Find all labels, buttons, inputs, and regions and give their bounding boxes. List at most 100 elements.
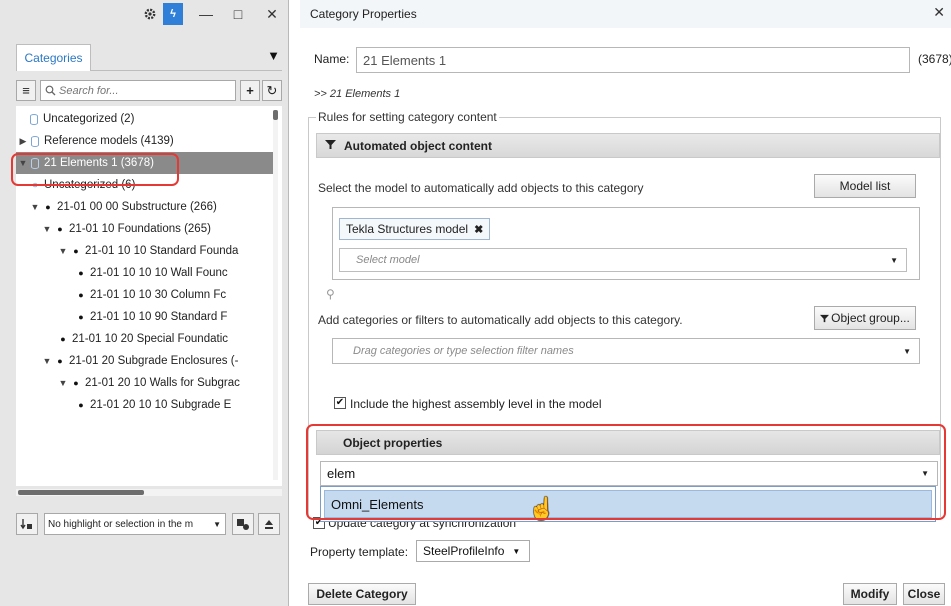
select-model-instruction: Select the model to automatically add ob…: [318, 181, 644, 195]
tab-dropdown-icon[interactable]: ▼: [267, 48, 280, 63]
object-count: (3678): [918, 52, 951, 66]
close-button[interactable]: Close: [903, 583, 945, 605]
collapse-arrow-icon[interactable]: ▼: [58, 246, 68, 256]
category-properties-dialog: Category Properties ✕ Name: (3678) >> 21…: [296, 0, 951, 606]
select-model-dropdown[interactable]: Select model ▼: [339, 248, 907, 272]
object-group-button[interactable]: Object group...: [814, 306, 916, 330]
hand-cursor-icon: ☝: [528, 496, 556, 521]
highlight-select[interactable]: No highlight or selection in the m ▼: [44, 513, 226, 535]
category-tree: Uncategorized (2) ▶ Reference models (4139…: [16, 106, 282, 486]
tree-row[interactable]: ▶ Reference models (4139): [16, 130, 278, 152]
highlight-select-value: No highlight or selection in the m: [48, 518, 194, 530]
models-box: Tekla Structures model ✖ Select model ▼: [332, 207, 920, 280]
gear-icon[interactable]: [140, 4, 160, 24]
bullet-icon: ●: [60, 334, 66, 344]
drag-placeholder: Drag categories or type selection filter…: [353, 345, 574, 357]
attachment-icon: ⚲: [326, 287, 335, 301]
search-box[interactable]: [40, 80, 236, 101]
collapse-arrow-icon[interactable]: ▼: [18, 158, 28, 168]
close-icon[interactable]: ✕: [262, 4, 282, 24]
tree-row-label: Uncategorized (6): [44, 179, 136, 191]
scrollbar-thumb[interactable]: [273, 110, 278, 120]
chevron-down-icon: ▼: [213, 519, 221, 529]
chevron-down-icon: ▼: [921, 469, 929, 478]
bullet-icon: ●: [73, 246, 79, 256]
property-search-input[interactable]: elem ▼: [320, 461, 938, 486]
tree-vertical-scrollbar[interactable]: [273, 110, 278, 480]
property-input-value: elem: [327, 466, 356, 481]
tree-row[interactable]: ▼ ● 21-01 10 10 Standard Founda: [16, 240, 278, 262]
model-list-button[interactable]: Model list: [814, 174, 916, 198]
modify-button[interactable]: Modify: [843, 583, 897, 605]
tree-row[interactable]: ○ Uncategorized (6): [16, 174, 278, 196]
add-category-button[interactable]: +: [240, 80, 260, 101]
bullet-icon: ●: [73, 378, 79, 388]
property-template-value: SteelProfileInfo: [423, 544, 505, 558]
select-model-placeholder: Select model: [356, 254, 420, 266]
tree-row-label: 21 Elements 1 (3678): [44, 157, 154, 169]
include-highest-checkbox[interactable]: ✔: [334, 397, 346, 409]
tree-horizontal-scrollbar[interactable]: [16, 489, 282, 496]
dialog-title: Category Properties: [310, 7, 417, 21]
category-filter-input[interactable]: Drag categories or type selection filter…: [332, 338, 920, 364]
lightning-icon[interactable]: ϟ: [163, 3, 183, 25]
tree-row[interactable]: Uncategorized (2): [16, 108, 278, 130]
tree-row-label: Reference models (4139): [44, 135, 174, 147]
tree-row[interactable]: ● 21-01 10 10 90 Standard F: [16, 306, 278, 328]
collapse-arrow-icon[interactable]: ▼: [42, 356, 52, 366]
property-template-select[interactable]: SteelProfileInfo ▼: [416, 540, 530, 562]
close-icon[interactable]: ✕: [933, 4, 945, 21]
collapse-arrow-icon[interactable]: ▼: [42, 224, 52, 234]
dialog-titlebar: Category Properties ✕: [300, 0, 951, 28]
bullet-icon: ●: [45, 202, 51, 212]
highlight-row: No highlight or selection in the m ▼: [16, 513, 282, 535]
property-template-label: Property template:: [310, 545, 409, 559]
highlight-mode-icon[interactable]: [16, 513, 38, 535]
tree-row[interactable]: ● 21-01 10 10 10 Wall Founc: [16, 262, 278, 284]
collapse-arrow-icon[interactable]: ▼: [58, 378, 68, 388]
object-properties-title: Object properties: [343, 435, 443, 450]
tree-row[interactable]: ▼ ● 21-01 10 Foundations (265): [16, 218, 278, 240]
filter-icon: [820, 314, 830, 322]
tree-row[interactable]: ● 21-01 10 20 Special Foundatic: [16, 328, 278, 350]
tree-row-label: 21-01 20 10 10 Subgrade E: [90, 399, 232, 411]
collapse-arrow-icon[interactable]: ▼: [30, 202, 40, 212]
tree-row-label: 21-01 10 10 30 Column Fc: [90, 289, 227, 301]
tree-row-label: 21-01 10 20 Special Foundatic: [72, 333, 228, 345]
tree-row[interactable]: ▼ ● 21-01 20 10 Walls for Subgrac: [16, 372, 278, 394]
tree-row-label: 21-01 10 10 90 Standard F: [90, 311, 228, 323]
tree-row[interactable]: ● 21-01 10 10 30 Column Fc: [16, 284, 278, 306]
refresh-icon[interactable]: ↻: [262, 80, 282, 101]
search-icon: [45, 85, 56, 96]
model-cylinder-icon: [31, 135, 39, 147]
filter-icon: [325, 139, 336, 153]
eject-icon[interactable]: [258, 513, 280, 535]
tree-row-selected[interactable]: ▼ 21 Elements 1 (3678): [16, 152, 278, 174]
tab-categories[interactable]: Categories: [16, 44, 91, 71]
maximize-icon[interactable]: □: [228, 4, 248, 24]
collapse-all-icon[interactable]: ≡: [16, 80, 36, 101]
bullet-icon: ●: [57, 356, 63, 366]
name-input[interactable]: [356, 47, 910, 73]
tree-row-label: 21-01 20 10 Walls for Subgrac: [85, 377, 240, 389]
color-mode-icon[interactable]: [232, 513, 254, 535]
remove-model-icon[interactable]: ✖: [474, 223, 483, 236]
scrollbar-thumb[interactable]: [18, 490, 144, 495]
property-dropdown-list: Omni_Elements: [320, 486, 936, 522]
object-properties-header[interactable]: Object properties: [316, 430, 940, 455]
automated-content-header[interactable]: Automated object content: [316, 133, 940, 158]
delete-category-button[interactable]: Delete Category: [308, 583, 416, 605]
search-row: ≡ + ↻: [16, 80, 282, 102]
empty-circle-icon: ○: [31, 179, 39, 191]
tree-row[interactable]: ▼ ● 21-01 20 Subgrade Enclosures (-: [16, 350, 278, 372]
bullet-icon: ●: [78, 290, 84, 300]
tree-row[interactable]: ▼ ● 21-01 00 00 Substructure (266): [16, 196, 278, 218]
bullet-icon: ●: [57, 224, 63, 234]
minimize-icon[interactable]: —: [196, 4, 216, 24]
model-chip: Tekla Structures model ✖: [339, 218, 491, 240]
tree-row[interactable]: ● 21-01 20 10 10 Subgrade E: [16, 394, 278, 416]
search-input[interactable]: [59, 84, 229, 97]
dropdown-option[interactable]: Omni_Elements: [324, 490, 932, 518]
name-label: Name:: [314, 52, 350, 66]
expand-arrow-icon[interactable]: ▶: [18, 136, 28, 147]
